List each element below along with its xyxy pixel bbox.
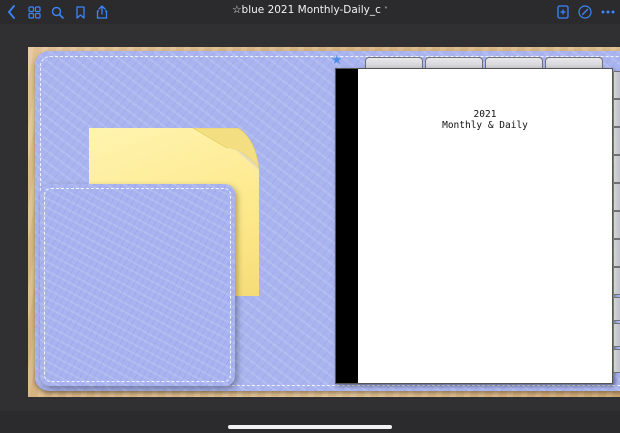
planner-page[interactable]: ★ 2021 Monthly & Daily [28, 47, 620, 397]
side-tab-5[interactable] [614, 183, 620, 211]
pen-icon[interactable] [577, 4, 593, 20]
cover-title: 2021 Monthly & Daily [358, 109, 612, 131]
bookmark-icon[interactable] [72, 4, 88, 20]
pocket-stitching [44, 188, 231, 382]
side-tab-10[interactable] [614, 323, 620, 347]
side-tab-6[interactable] [614, 211, 620, 239]
side-tab-7[interactable] [614, 239, 620, 267]
home-indicator[interactable] [228, 425, 392, 429]
planner-pocket [40, 184, 235, 386]
side-tab-1[interactable] [614, 71, 620, 99]
back-chevron-icon[interactable] [4, 4, 20, 20]
search-icon[interactable] [49, 4, 65, 20]
side-tab-11[interactable] [614, 349, 620, 373]
share-icon[interactable] [94, 4, 110, 20]
sticky-note-curl [193, 128, 260, 186]
side-tab-2[interactable] [614, 99, 620, 127]
document-title-area: ☆blue 2021 Monthly-Daily_c ˅ [0, 4, 620, 16]
add-page-icon[interactable] [555, 4, 571, 20]
grid-icon[interactable] [26, 4, 42, 20]
title-chevron-icon[interactable]: ˅ [384, 6, 388, 15]
document-title[interactable]: ☆blue 2021 Monthly-Daily_c [232, 4, 381, 16]
side-tab-8[interactable] [614, 267, 620, 295]
cover-year: 2021 [473, 109, 497, 120]
side-tab-4[interactable] [614, 155, 620, 183]
planner-cover-page[interactable]: 2021 Monthly & Daily [335, 68, 613, 384]
cover-subtitle: Monthly & Daily [442, 120, 528, 131]
side-tab-3[interactable] [614, 127, 620, 155]
star-icon: ★ [331, 53, 343, 68]
more-icon[interactable] [600, 4, 616, 20]
side-tab-9[interactable] [614, 297, 620, 321]
top-toolbar: ☆blue 2021 Monthly-Daily_c ˅ [0, 0, 620, 24]
page-binding [336, 69, 358, 383]
